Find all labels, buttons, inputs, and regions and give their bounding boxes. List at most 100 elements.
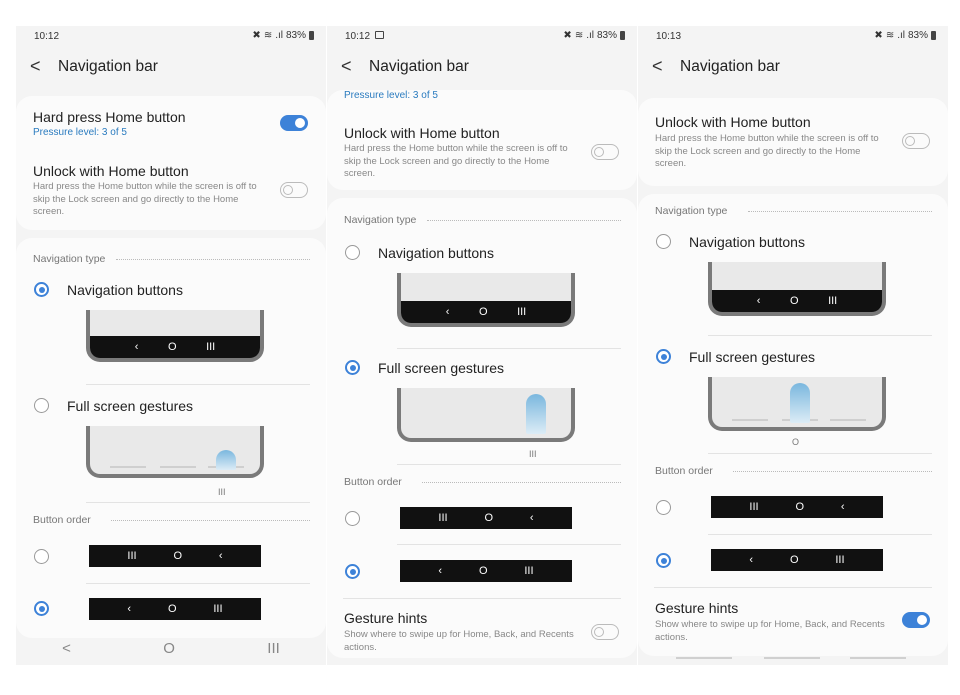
- divider: [86, 583, 310, 584]
- hard-press-toggle[interactable]: [280, 115, 308, 131]
- recents-icon: III: [828, 295, 838, 307]
- radio-order-recents-home-back[interactable]: [34, 549, 49, 564]
- recents-icon[interactable]: III: [267, 640, 280, 657]
- home-icon: O: [792, 437, 800, 447]
- gesture-hints-title: Gesture hints: [344, 610, 428, 626]
- pressure-level[interactable]: Pressure level: 3 of 5: [344, 90, 438, 101]
- signal-icon: .ıl: [586, 30, 594, 41]
- gesture-hints-description: Show where to swipe up for Home, Back, a…: [344, 629, 574, 653]
- radio-order-back-home-recents[interactable]: [34, 601, 49, 616]
- home-icon[interactable]: O: [163, 640, 175, 657]
- gesture-hint-line: [110, 466, 146, 468]
- order-recents-home-back[interactable]: III O ‹: [89, 545, 261, 567]
- radio-navigation-buttons[interactable]: [345, 245, 360, 260]
- section-divider: [116, 259, 310, 260]
- page-title: Navigation bar: [58, 58, 158, 75]
- divider: [86, 384, 310, 385]
- radio-order-back-home-recents[interactable]: [345, 564, 360, 579]
- back-arrow-icon[interactable]: <: [652, 56, 663, 77]
- radio-navigation-buttons[interactable]: [34, 282, 49, 297]
- section-divider: [748, 211, 932, 212]
- radio-full-screen-gestures[interactable]: [34, 398, 49, 413]
- full-screen-gestures-label[interactable]: Full screen gestures: [378, 360, 504, 376]
- navigation-type-label: Navigation type: [33, 253, 106, 265]
- radio-order-recents-home-back[interactable]: [345, 511, 360, 526]
- toggle-knob: [283, 184, 293, 195]
- navigation-buttons-label[interactable]: Navigation buttons: [689, 234, 805, 250]
- navigation-buttons-label[interactable]: Navigation buttons: [378, 245, 494, 261]
- navigation-type-label: Navigation type: [344, 214, 417, 226]
- divider: [708, 335, 932, 336]
- divider: [397, 464, 621, 465]
- back-arrow-icon[interactable]: <: [30, 56, 41, 77]
- mute-icon: ✖: [874, 30, 883, 41]
- gesture-hints-toggle[interactable]: [902, 612, 930, 628]
- gesture-hints-description: Show where to swipe up for Home, Back, a…: [655, 619, 885, 643]
- radio-navigation-buttons[interactable]: [656, 234, 671, 249]
- order-back-home-recents[interactable]: ‹ O III: [400, 560, 572, 582]
- gesture-hint-line: [160, 466, 196, 468]
- divider: [397, 544, 621, 545]
- back-icon: ‹: [438, 565, 443, 577]
- pressure-level[interactable]: Pressure level: 3 of 5: [33, 127, 127, 138]
- mute-icon: ✖: [563, 30, 572, 41]
- unlock-toggle[interactable]: [280, 182, 308, 198]
- unlock-description: Hard press the Home button while the scr…: [655, 133, 879, 169]
- radio-full-screen-gestures[interactable]: [656, 349, 671, 364]
- signal-icon: .ıl: [275, 30, 283, 41]
- toggle-knob: [594, 626, 604, 637]
- status-time: 10:12: [345, 31, 371, 42]
- navigation-buttons-label[interactable]: Navigation buttons: [67, 282, 183, 298]
- gesture-hint-line: [830, 419, 866, 421]
- section-divider: [733, 471, 932, 472]
- status-time: 10:13: [656, 31, 682, 42]
- unlock-toggle[interactable]: [591, 144, 619, 160]
- home-icon: O: [795, 501, 805, 513]
- toggle-knob: [594, 146, 604, 157]
- unlock-toggle[interactable]: [902, 133, 930, 149]
- status-icons: ✖ ≋ .ıl 83%: [252, 30, 314, 41]
- preview-nav-strip: ‹ O III: [712, 290, 882, 312]
- full-screen-gestures-label[interactable]: Full screen gestures: [67, 398, 193, 414]
- status-bar: 10:12 ✖ ≋ .ıl 83%: [327, 26, 637, 46]
- battery-icon: [620, 31, 625, 40]
- radio-order-recents-home-back[interactable]: [656, 500, 671, 515]
- gestures-preview: [86, 426, 264, 478]
- radio-order-back-home-recents[interactable]: [656, 553, 671, 568]
- image-notification-icon: [375, 31, 384, 39]
- battery-icon: [931, 31, 936, 40]
- system-navigation-bar: < O III: [16, 631, 326, 665]
- order-back-home-recents[interactable]: ‹ O III: [89, 598, 261, 620]
- navigation-type-card: Navigation type Navigation buttons ‹ O I…: [327, 198, 637, 658]
- order-back-home-recents[interactable]: ‹ O III: [711, 549, 883, 571]
- recents-icon: III: [524, 565, 534, 577]
- toggle-knob: [917, 614, 927, 625]
- status-icons: ✖ ≋ .ıl 83%: [874, 30, 936, 41]
- page-title: Navigation bar: [680, 58, 780, 75]
- toggle-knob: [295, 117, 305, 128]
- gesture-hints-toggle[interactable]: [591, 624, 619, 640]
- gesture-hints-title: Gesture hints: [655, 600, 739, 616]
- swipe-indicator: [790, 383, 810, 423]
- order-recents-home-back[interactable]: III O ‹: [400, 507, 572, 529]
- home-icon: O: [173, 550, 183, 562]
- back-icon[interactable]: <: [62, 640, 71, 657]
- recents-icon: III: [127, 550, 137, 562]
- radio-full-screen-gestures[interactable]: [345, 360, 360, 375]
- order-recents-home-back[interactable]: III O ‹: [711, 496, 883, 518]
- full-screen-gestures-label[interactable]: Full screen gestures: [689, 349, 815, 365]
- recents-icon: III: [749, 501, 759, 513]
- divider: [397, 348, 621, 349]
- hard-press-title: Hard press Home button: [33, 109, 186, 125]
- back-icon: ‹: [127, 603, 132, 615]
- home-icon: O: [478, 565, 488, 577]
- mute-icon: ✖: [252, 30, 261, 41]
- navigation-buttons-preview: ‹ O III: [86, 310, 264, 362]
- back-arrow-icon[interactable]: <: [341, 56, 352, 77]
- preview-nav-strip: ‹ O III: [401, 301, 571, 323]
- home-icon: O: [167, 341, 177, 353]
- divider: [708, 534, 932, 535]
- toggle-knob: [905, 135, 915, 146]
- battery-percent: 83%: [596, 30, 617, 41]
- app-bar: < Navigation bar: [327, 52, 637, 82]
